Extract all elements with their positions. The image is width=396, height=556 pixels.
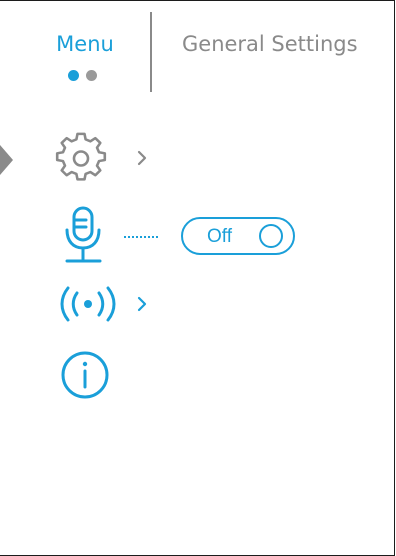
tab-general-settings[interactable]: General Settings	[182, 32, 358, 56]
dotted-connector	[124, 236, 158, 238]
page-dot-active	[68, 70, 79, 81]
microphone-toggle[interactable]: Off	[181, 217, 295, 255]
broadcast-icon[interactable]	[58, 284, 118, 324]
tab-menu[interactable]: Menu	[50, 32, 120, 56]
toggle-state-label: Off	[207, 226, 232, 247]
header: Menu General Settings	[0, 0, 396, 110]
toggle-knob	[259, 224, 283, 248]
info-icon[interactable]	[60, 350, 110, 400]
gear-icon[interactable]	[55, 132, 107, 184]
microphone-icon[interactable]	[62, 206, 106, 266]
chevron-right-icon	[137, 296, 147, 312]
page-dot-inactive	[86, 70, 97, 81]
selection-pointer	[0, 145, 13, 175]
header-divider	[150, 12, 152, 92]
chevron-right-icon	[137, 150, 147, 166]
